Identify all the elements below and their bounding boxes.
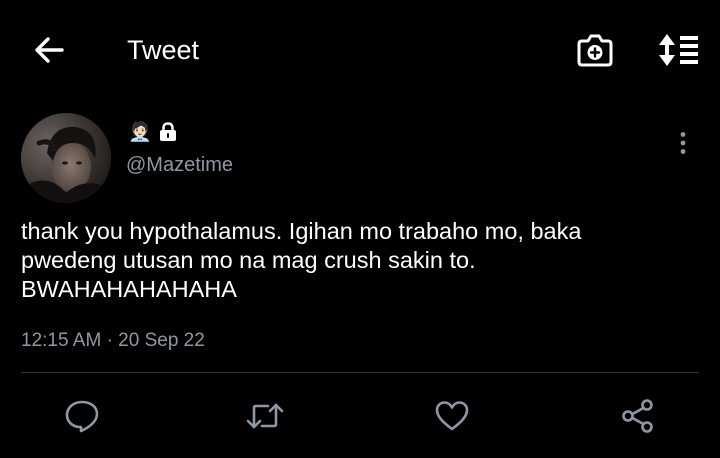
- sort-arrows-list-icon: [659, 34, 698, 66]
- reply-bubble-icon: [65, 400, 99, 433]
- top-bar: Tweet: [0, 0, 720, 100]
- tweet-date: 20 Sep 22: [118, 330, 205, 351]
- page-title: Tweet: [127, 35, 200, 65]
- tweet-line: pwedeng utusan mo na mag crush sakin to.: [21, 247, 476, 273]
- name-emoji: 🧑🏻‍💼: [128, 121, 152, 143]
- sort-button[interactable]: [654, 31, 700, 69]
- meta-separator: ·: [106, 330, 113, 351]
- share-button[interactable]: [619, 397, 657, 435]
- tweet-text: thank you hypothalamus. Igihan mo trabah…: [21, 217, 701, 304]
- arrow-left-icon: [35, 37, 64, 63]
- tweet-line: BWAHAHAHAHAHA: [21, 276, 237, 302]
- more-vertical-icon: [680, 132, 686, 154]
- share-icon: [622, 399, 653, 433]
- more-options-button[interactable]: [672, 128, 694, 158]
- camera-plus-icon: [577, 34, 613, 67]
- avatar[interactable]: [21, 113, 111, 203]
- reply-button[interactable]: [63, 397, 101, 435]
- tweet-line: thank you hypothalamus. Igihan mo trabah…: [21, 218, 582, 244]
- tweet-time: 12:15 AM: [21, 330, 102, 351]
- lock-icon: [159, 122, 176, 141]
- tweet-timestamp[interactable]: 12:15 AM · 20 Sep 22: [21, 329, 205, 353]
- author-name[interactable]: 🧑🏻‍💼: [128, 120, 177, 144]
- camera-button[interactable]: [575, 31, 615, 69]
- profile-photo: [21, 113, 111, 203]
- retweet-icon: [246, 403, 284, 429]
- author-handle[interactable]: @Mazetime: [126, 153, 233, 177]
- heart-icon: [435, 401, 469, 431]
- like-button[interactable]: [433, 397, 471, 435]
- retweet-button[interactable]: [246, 397, 284, 435]
- back-button[interactable]: [30, 32, 68, 68]
- divider: [21, 372, 699, 373]
